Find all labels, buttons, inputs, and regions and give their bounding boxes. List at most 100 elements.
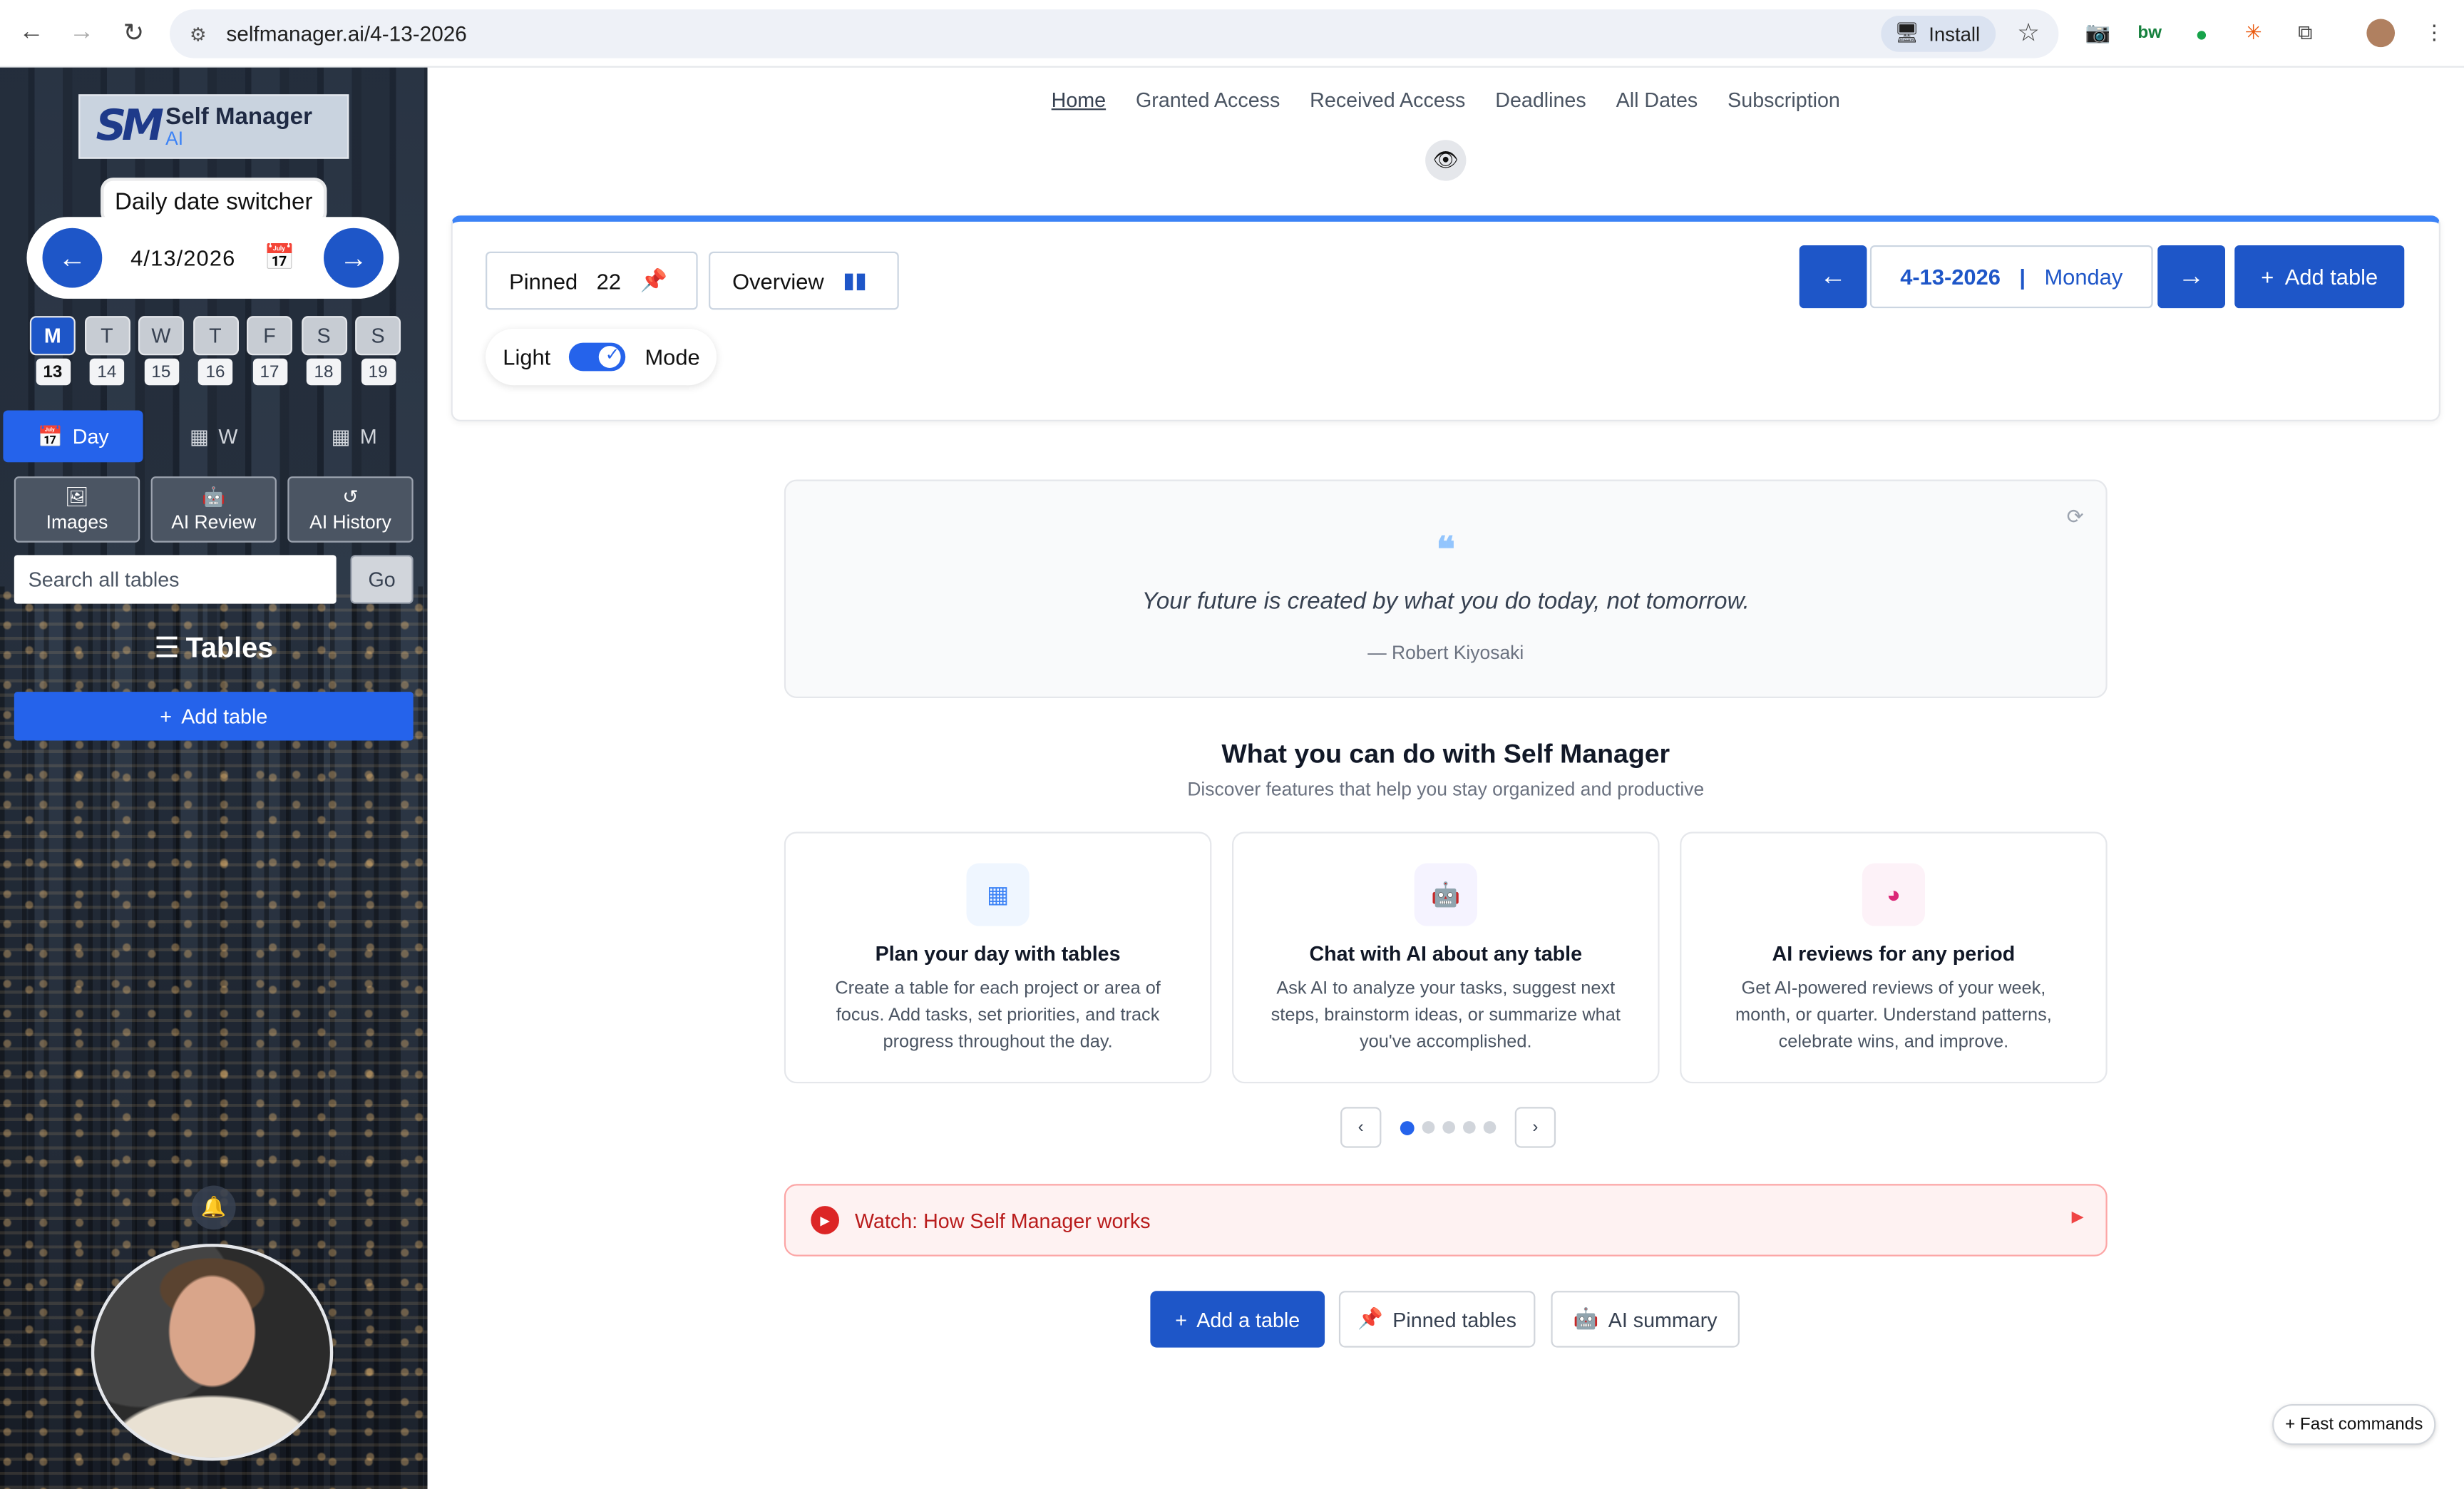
ai-history-button[interactable]: ↺ AI History (287, 476, 414, 543)
search-go-button[interactable]: Go (350, 555, 414, 604)
overview-label: Overview (732, 267, 824, 294)
reload-icon[interactable]: ↻ (116, 16, 150, 51)
tab-week[interactable]: ▦ W (143, 410, 284, 462)
mode-label-left: Light (503, 344, 551, 370)
grammarly-extension-icon[interactable]: ● (2187, 19, 2216, 47)
forward-arrow-icon[interactable]: → (64, 16, 98, 51)
calendar-icon[interactable]: 📅 (264, 242, 295, 274)
pie-chart-icon: ◕ (1862, 863, 1926, 926)
day-letter: S (301, 316, 347, 356)
feature-card-reviews: ◕ AI reviews for any period Get AI-power… (1680, 832, 2108, 1084)
pinned-tables-button[interactable]: 📌 Pinned tables (1338, 1291, 1536, 1348)
carousel-dot[interactable] (1483, 1120, 1497, 1133)
next-day-button[interactable]: → (324, 227, 384, 288)
light-mode-toggle[interactable]: Light ✓ Mode (486, 328, 717, 386)
address-bar[interactable]: ⚙ selfmanager.ai/4-13-2026 🖥 Install ☆ (170, 9, 2059, 58)
ai-summary-button[interactable]: 🤖 AI summary (1551, 1291, 1740, 1348)
nav-granted-access[interactable]: Granted Access (1136, 87, 1280, 111)
tab-day[interactable]: 📅 Day (3, 410, 144, 463)
carousel-next-button[interactable]: › (1514, 1107, 1556, 1148)
feature-title: AI reviews for any period (1772, 941, 2016, 966)
add-a-table-button[interactable]: + Add a table (1150, 1291, 1325, 1348)
nav-all-dates[interactable]: All Dates (1616, 87, 1698, 111)
arrow-right-icon: → (339, 241, 368, 273)
images-button[interactable]: 🖼 Images (14, 476, 140, 543)
extensions-puzzle-icon[interactable]: ⧉ (2291, 19, 2320, 47)
overview-button[interactable]: Overview ▮▮ (709, 251, 899, 310)
robot-icon: 🤖 (1414, 863, 1477, 926)
ai-summary-label: AI summary (1608, 1307, 1718, 1331)
week-day[interactable]: T 16 (192, 316, 238, 386)
url-text[interactable]: selfmanager.ai/4-13-2026 (226, 22, 466, 46)
day-letter: T (83, 316, 130, 356)
calendar-month-icon: ▦ (331, 424, 351, 448)
nav-deadlines[interactable]: Deadlines (1495, 87, 1586, 111)
week-day[interactable]: M 13 (29, 316, 76, 386)
app-logo[interactable]: SM Self Manager AI (78, 94, 349, 159)
feature-body: Ask AI to analyze your tasks, suggest ne… (1270, 979, 1621, 1053)
pin-icon: 📌 (1357, 1306, 1384, 1331)
video-avatar[interactable] (91, 1244, 334, 1461)
image-icon: 🖼 (65, 486, 89, 508)
nav-subscription[interactable]: Subscription (1728, 87, 1840, 111)
chevron-left-icon: ‹ (1357, 1117, 1364, 1137)
week-day[interactable]: T 14 (83, 316, 130, 386)
back-arrow-icon[interactable]: ← (14, 16, 48, 51)
date-switcher: ← 4/13/2026 📅 → (26, 217, 399, 299)
panel-date-display[interactable]: 4-13-2026 | Monday (1869, 245, 2153, 309)
history-icon: ↺ (342, 486, 359, 508)
robot-icon: 🤖 (202, 486, 226, 508)
browser-menu-icon[interactable]: ⋮ (2420, 19, 2448, 47)
carousel-pager: ‹ › (1340, 1107, 1556, 1148)
camera-extension-icon[interactable]: 📷 (2084, 19, 2113, 47)
tables-heading-text: Tables (185, 632, 274, 664)
search-input[interactable] (14, 555, 337, 604)
sidebar-add-table-button[interactable]: + Add table (14, 692, 414, 741)
week-day[interactable]: S 19 (355, 316, 401, 386)
mode-switch[interactable]: ✓ (569, 342, 627, 372)
eye-icon[interactable]: 👁 (1425, 140, 1467, 181)
tab-day-label: Day (72, 424, 109, 449)
day-letter: S (355, 316, 401, 356)
day-number: 15 (143, 358, 179, 386)
week-day[interactable]: W 15 (138, 316, 184, 386)
ai-review-button[interactable]: 🤖 AI Review (150, 476, 277, 543)
nav-received-access[interactable]: Received Access (1310, 87, 1465, 111)
pin-icon: 📌 (640, 267, 667, 293)
profile-avatar-icon[interactable] (2366, 19, 2396, 48)
tab-month-label: M (359, 424, 377, 449)
site-settings-icon[interactable]: ⚙ (183, 18, 214, 49)
week-day[interactable]: F 17 (247, 316, 292, 386)
calendar-week-icon: ▦ (190, 424, 210, 448)
bell-icon[interactable]: 🔔 (191, 1185, 236, 1230)
carousel-prev-button[interactable]: ‹ (1340, 1107, 1382, 1148)
current-date[interactable]: 4/13/2026 (130, 245, 235, 270)
bw-extension-icon[interactable]: bw (2135, 19, 2164, 47)
nav-home[interactable]: Home (1052, 87, 1106, 111)
day-number: 16 (197, 358, 233, 386)
prev-day-button[interactable]: ← (42, 227, 103, 288)
install-monitor-icon: 🖥 (1894, 21, 1919, 44)
panel-add-table-button[interactable]: + Add table (2234, 245, 2405, 309)
feature-card-plan: ▦ Plan your day with tables Create a tab… (784, 832, 1212, 1084)
carousel-dot[interactable] (1400, 1120, 1415, 1135)
panel-next-day-button[interactable]: → (2157, 245, 2226, 309)
install-app-button[interactable]: 🖥 Install (1882, 16, 1996, 52)
fast-commands-button[interactable]: + Fast commands (2272, 1403, 2436, 1445)
week-day[interactable]: S 18 (301, 316, 347, 386)
carousel-dot[interactable] (1422, 1120, 1435, 1133)
robot-icon: 🤖 (1573, 1306, 1599, 1331)
carousel-dot[interactable] (1442, 1120, 1455, 1133)
feature-body: Create a table for each project or area … (835, 979, 1161, 1053)
images-label: Images (46, 511, 108, 533)
sidebar: SM Self Manager AI Daily date switcher ←… (0, 67, 428, 1489)
tab-month[interactable]: ▦ M (284, 410, 424, 462)
pinned-button[interactable]: Pinned 22 📌 (486, 251, 698, 310)
watch-video-banner[interactable]: ▶ Watch: How Self Manager works ▶ (784, 1184, 2108, 1257)
bookmark-star-icon[interactable]: ☆ (2017, 17, 2040, 48)
panel-prev-day-button[interactable]: ← (1799, 245, 1867, 309)
refresh-icon[interactable]: ⟳ (2067, 505, 2084, 530)
arrow-right-icon: → (2177, 261, 2205, 291)
sparkle-extension-icon[interactable]: ✳ (2239, 19, 2268, 47)
carousel-dot[interactable] (1463, 1120, 1476, 1133)
